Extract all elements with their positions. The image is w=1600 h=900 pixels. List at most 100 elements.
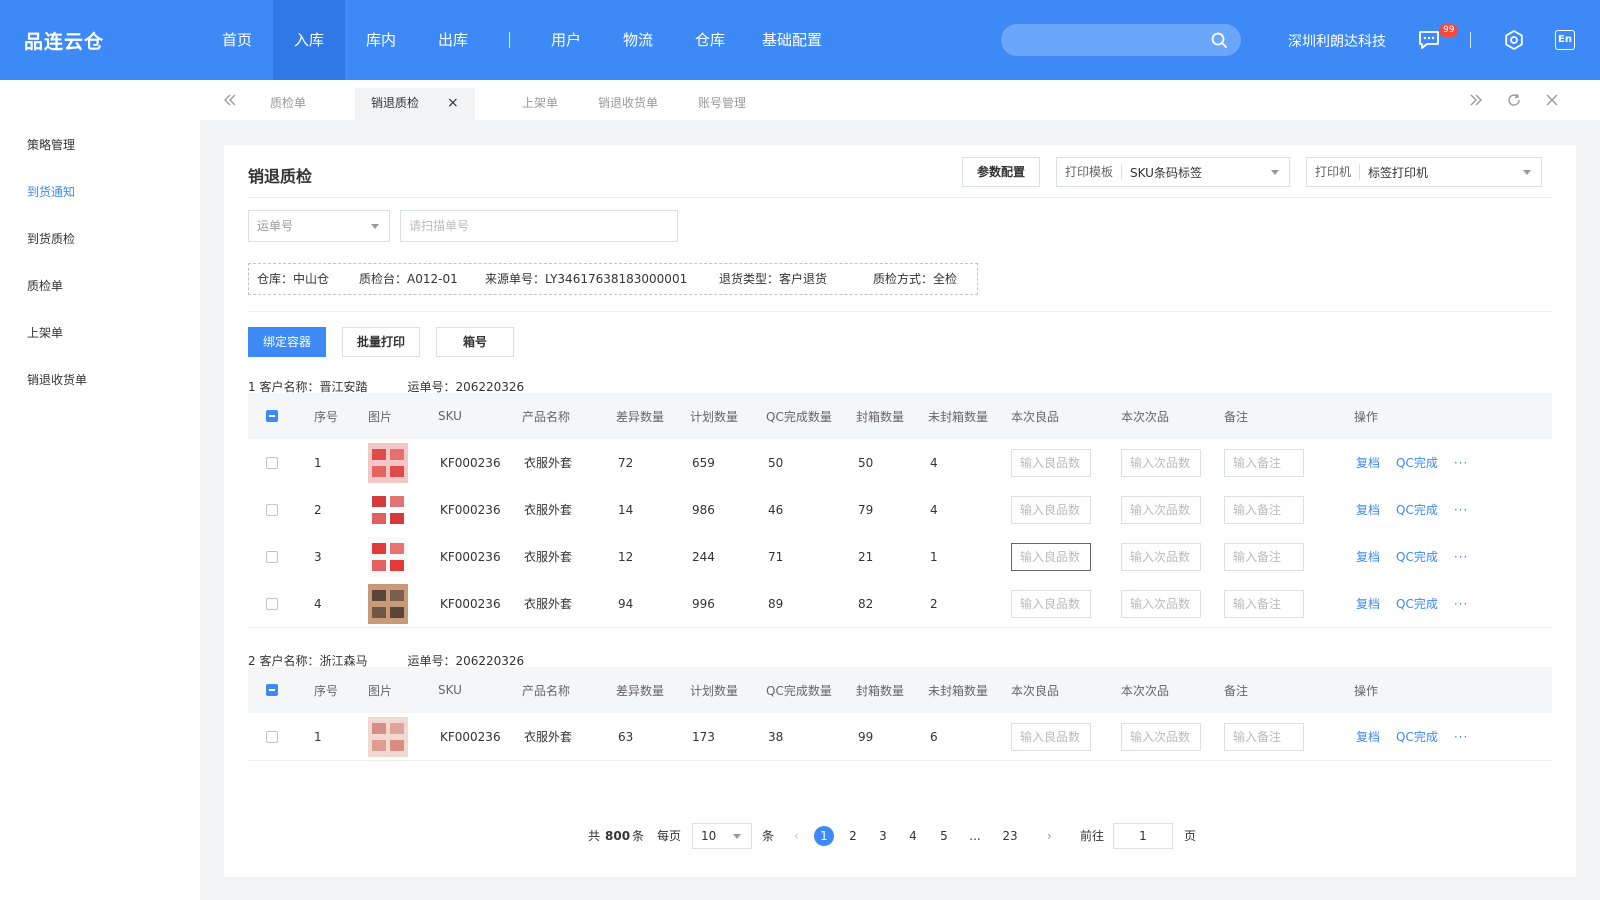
note-input[interactable] (1224, 542, 1304, 571)
goto-page-input[interactable]: 1 (1113, 823, 1173, 849)
page-5[interactable]: 5 (934, 826, 954, 846)
print-template-select[interactable]: 打印模板 SKU条码标签 (1056, 157, 1290, 187)
row-checkbox[interactable] (266, 503, 278, 516)
nav-user[interactable]: 用户 (530, 0, 602, 80)
page-2[interactable]: 2 (843, 826, 863, 846)
qc-done-link[interactable]: QC完成 (1396, 548, 1438, 565)
page-ellipsis[interactable]: ... (965, 826, 985, 846)
select-all-checkbox[interactable] (266, 410, 278, 422)
good-qty-input[interactable] (1011, 722, 1091, 751)
cell-sealed: 21 (858, 549, 874, 564)
search-icon[interactable] (1211, 32, 1227, 48)
nav-logistics[interactable]: 物流 (602, 0, 674, 80)
tab-qc-order[interactable]: 质检单 (270, 80, 306, 120)
tab-putaway[interactable]: 上架单 (522, 80, 558, 120)
bad-qty-input[interactable] (1121, 722, 1201, 751)
close-all-icon[interactable] (1544, 92, 1560, 108)
cell-name: 衣服外套 (524, 597, 573, 611)
product-image[interactable] (368, 442, 408, 483)
product-image[interactable] (368, 536, 408, 577)
scan-input[interactable] (409, 212, 677, 240)
qc-done-link[interactable]: QC完成 (1396, 595, 1438, 612)
select-all-checkbox[interactable] (266, 684, 278, 696)
more-icon[interactable]: ··· (1454, 730, 1468, 744)
qc-done-link[interactable]: QC完成 (1396, 501, 1438, 518)
close-icon[interactable]: × (447, 95, 459, 111)
sidebar-item-putaway[interactable]: 上架单 (27, 324, 63, 341)
qc-done-link[interactable]: QC完成 (1396, 454, 1438, 471)
total-count: 800 (605, 829, 631, 843)
company-name[interactable]: 深圳利朗达科技 (1288, 31, 1386, 51)
message-icon[interactable] (1418, 30, 1440, 50)
sidebar-item-arrival-notice[interactable]: 到货通知 (27, 183, 75, 200)
prev-page-icon[interactable]: ‹ (794, 821, 799, 851)
page-last[interactable]: 23 (1000, 826, 1020, 846)
divider (248, 197, 1552, 198)
sidebar-item-qc-order[interactable]: 质检单 (27, 277, 63, 294)
box-number-button[interactable]: 箱号 (436, 327, 514, 357)
language-switch[interactable]: En (1555, 30, 1575, 50)
page-size-select[interactable]: 10 (692, 823, 752, 849)
more-icon[interactable]: ··· (1454, 503, 1468, 517)
recheck-link[interactable]: 复档 (1356, 595, 1380, 612)
page-1[interactable]: 1 (814, 826, 834, 846)
product-image[interactable] (368, 583, 408, 624)
bad-qty-input[interactable] (1121, 495, 1201, 524)
note-input[interactable] (1224, 495, 1304, 524)
column-header: SKU (438, 409, 462, 423)
good-qty-input[interactable] (1011, 448, 1091, 477)
product-image[interactable] (368, 716, 408, 757)
gear-icon[interactable] (1503, 29, 1525, 51)
cell-sku: KF000236 (440, 596, 501, 611)
page-3[interactable]: 3 (873, 826, 893, 846)
nav-warehouse[interactable]: 仓库 (674, 0, 746, 80)
row-checkbox[interactable] (266, 730, 278, 743)
recheck-link[interactable]: 复档 (1356, 501, 1380, 518)
note-input[interactable] (1224, 722, 1304, 751)
note-input[interactable] (1224, 589, 1304, 618)
good-qty-input[interactable] (1011, 495, 1091, 524)
note-input[interactable] (1224, 448, 1304, 477)
recheck-link[interactable]: 复档 (1356, 548, 1380, 565)
sidebar-item-arrival-qc[interactable]: 到货质检 (27, 230, 75, 247)
tab-return-receipt[interactable]: 销退收货单 (598, 80, 658, 120)
nav-home[interactable]: 首页 (201, 0, 273, 80)
row-checkbox[interactable] (266, 550, 278, 563)
table-row: 1 KF000236 衣服外套 63 173 38 99 6 复档 QC完成 ··· (248, 713, 1552, 760)
next-page-icon[interactable]: › (1047, 821, 1052, 851)
nav-in-warehouse[interactable]: 库内 (345, 0, 417, 80)
sidebar-item-return-receipt[interactable]: 销退收货单 (27, 371, 87, 388)
search-input[interactable] (1001, 24, 1201, 56)
bad-qty-input[interactable] (1121, 542, 1201, 571)
recheck-link[interactable]: 复档 (1356, 454, 1380, 471)
row-checkbox[interactable] (266, 597, 278, 610)
nav-outbound[interactable]: 出库 (417, 0, 489, 80)
tabs-scroll-left-icon[interactable] (222, 92, 238, 108)
printer-select[interactable]: 打印机 标签打印机 (1306, 157, 1542, 187)
tab-account[interactable]: 账号管理 (698, 80, 746, 120)
recheck-link[interactable]: 复档 (1356, 728, 1380, 745)
refresh-icon[interactable] (1506, 92, 1522, 108)
page-4[interactable]: 4 (903, 826, 923, 846)
batch-print-button[interactable]: 批量打印 (342, 327, 420, 357)
more-icon[interactable]: ··· (1454, 597, 1468, 611)
nav-inbound[interactable]: 入库 (273, 0, 345, 80)
column-header: 未封箱数量 (928, 409, 989, 424)
sidebar-item-strategy[interactable]: 策略管理 (27, 136, 75, 153)
tabs-scroll-right-icon[interactable] (1468, 92, 1484, 108)
good-qty-input[interactable] (1011, 589, 1091, 618)
bad-qty-input[interactable] (1121, 448, 1201, 477)
product-image[interactable] (368, 489, 408, 530)
bind-container-button[interactable]: 绑定容器 (248, 327, 326, 357)
more-icon[interactable]: ··· (1454, 456, 1468, 470)
qc-done-link[interactable]: QC完成 (1396, 728, 1438, 745)
good-qty-input[interactable] (1011, 542, 1091, 571)
waybill-type-select[interactable]: 运单号 (248, 210, 390, 242)
tab-return-qc[interactable]: 销退质检 × (355, 88, 475, 120)
row-checkbox[interactable] (266, 456, 278, 469)
bad-qty-input[interactable] (1121, 589, 1201, 618)
more-icon[interactable]: ··· (1454, 550, 1468, 564)
nav-base-config[interactable]: 基础配置 (746, 0, 838, 80)
param-config-button[interactable]: 参数配置 (962, 157, 1040, 187)
cell-sku: KF000236 (440, 549, 501, 564)
